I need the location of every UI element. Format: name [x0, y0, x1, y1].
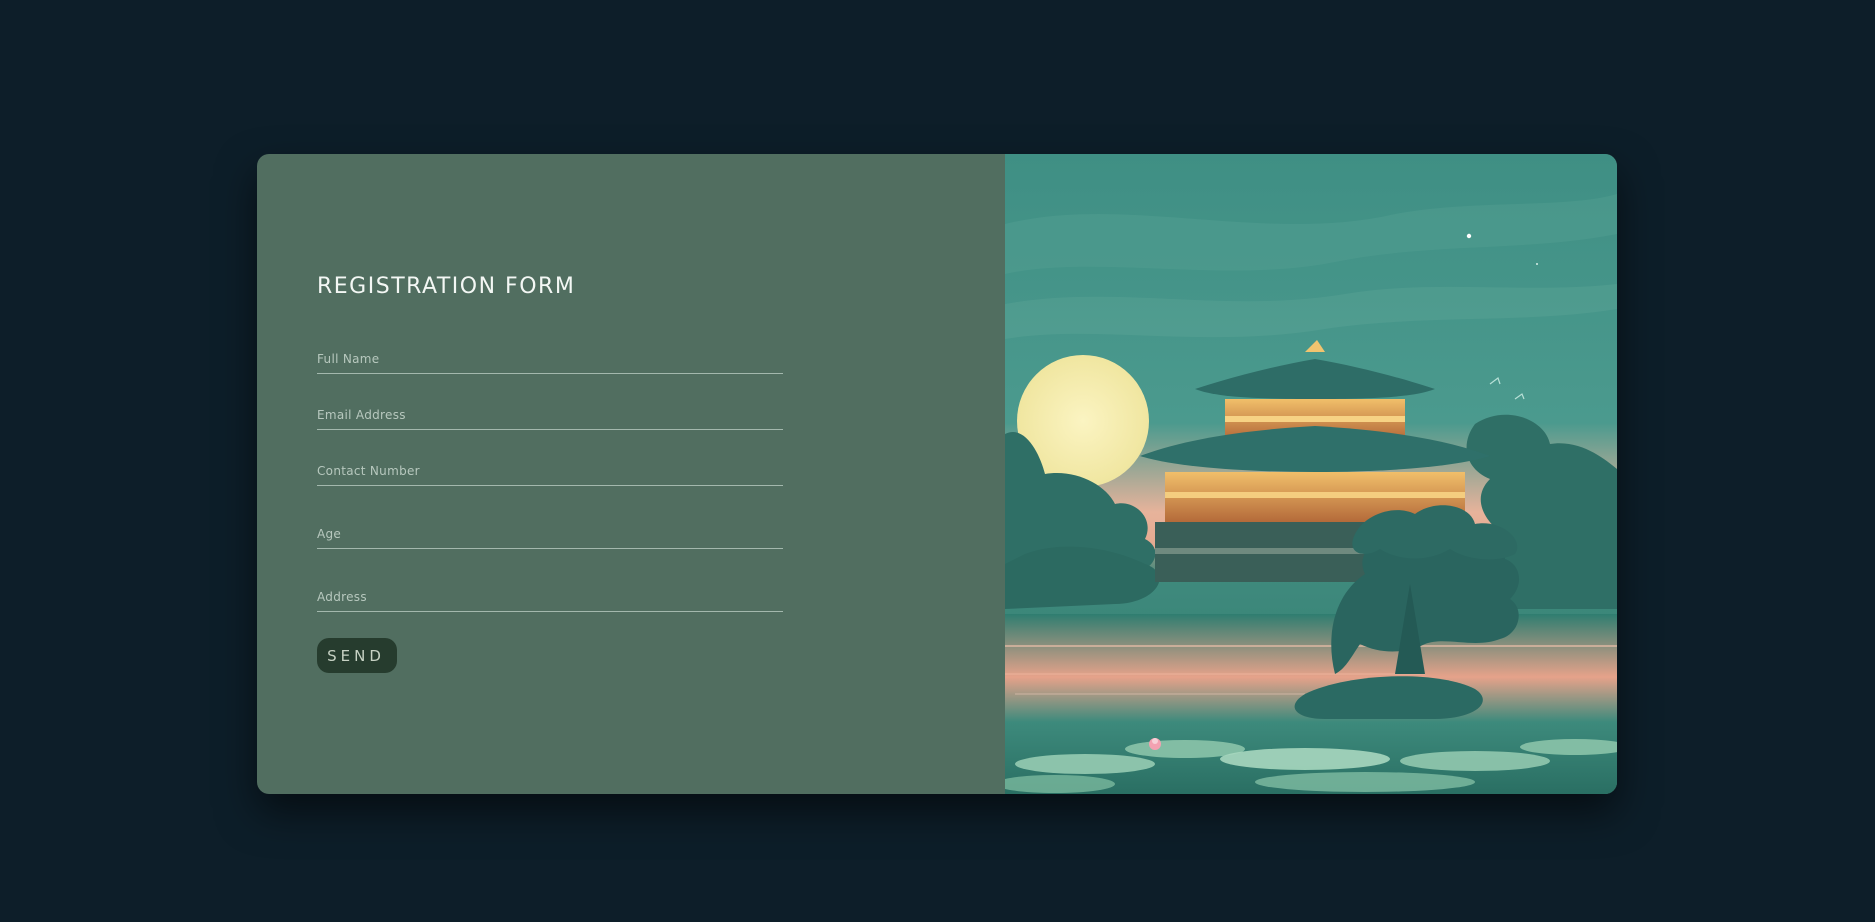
age-field: [317, 519, 783, 549]
email-input[interactable]: [317, 400, 783, 430]
contact-number-input[interactable]: [317, 456, 783, 486]
registration-card: REGISTRATION FORM SEND: [257, 154, 1617, 794]
pagoda-illustration: [1005, 154, 1617, 794]
form-panel: REGISTRATION FORM SEND: [257, 154, 1005, 794]
full-name-field: [317, 344, 783, 374]
email-field: [317, 400, 783, 430]
age-input[interactable]: [317, 519, 783, 549]
address-field: [317, 582, 783, 612]
form-title: REGISTRATION FORM: [317, 274, 576, 299]
address-input[interactable]: [317, 582, 783, 612]
send-button[interactable]: SEND: [317, 638, 397, 673]
contact-number-field: [317, 456, 783, 486]
pagoda-moonlit-lake-illustration: [1005, 154, 1617, 794]
full-name-input[interactable]: [317, 344, 783, 374]
